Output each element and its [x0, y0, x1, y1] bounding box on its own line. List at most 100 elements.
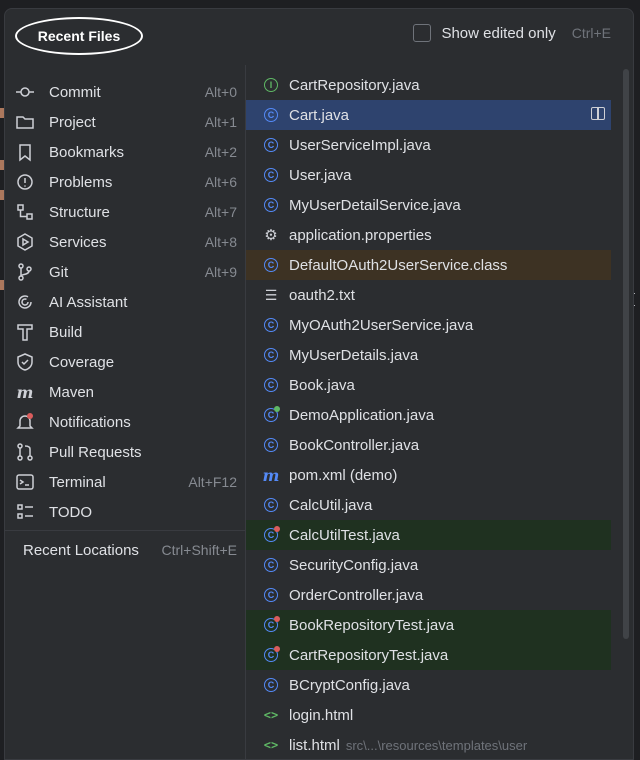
- recent-file-item[interactable]: C MyUserDetails.java: [246, 340, 611, 370]
- folder-icon: [15, 112, 35, 132]
- file-name: pom.xml (demo): [289, 466, 398, 484]
- java-class-icon: C: [262, 256, 280, 274]
- open-in-split-icon[interactable]: [591, 107, 605, 120]
- tool-window-notifications[interactable]: Notifications: [15, 408, 237, 436]
- tool-window-label: Git: [49, 263, 69, 281]
- git-icon: [15, 262, 35, 282]
- recent-file-item[interactable]: ⚙ application.properties: [246, 220, 611, 250]
- gear-icon: ⚙: [264, 227, 278, 244]
- commit-icon: [15, 82, 35, 102]
- tool-window-label: Problems: [49, 173, 113, 191]
- java-test-class-icon: C: [262, 646, 280, 664]
- coverage-shield-icon: [15, 352, 35, 372]
- recent-file-item[interactable]: C DemoApplication.java: [246, 400, 611, 430]
- ai-assistant-icon: [15, 292, 35, 312]
- file-name: BookController.java: [289, 436, 420, 454]
- file-name: CartRepositoryTest.java: [289, 646, 449, 664]
- java-class-icon: C: [262, 106, 280, 124]
- tool-window-commit[interactable]: Commit Alt+0: [15, 78, 237, 106]
- recent-file-item[interactable]: C Book.java: [246, 370, 611, 400]
- tool-window-shortcut: Alt+8: [204, 234, 237, 250]
- tool-window-label: Commit: [49, 83, 101, 101]
- java-runnable-class-icon: C: [262, 406, 280, 424]
- structure-icon: [15, 202, 35, 222]
- tool-window-project[interactable]: Project Alt+1: [15, 108, 237, 136]
- file-name: User.java: [289, 166, 352, 184]
- recent-files-popup: Recent Files Show edited only Ctrl+E Com…: [4, 8, 634, 760]
- recent-file-item[interactable]: ☰ oauth2.txt: [246, 280, 611, 310]
- tool-window-services[interactable]: Services Alt+8: [15, 228, 237, 256]
- file-name: MyUserDetails.java: [289, 346, 419, 364]
- tool-window-label: Structure: [49, 203, 110, 221]
- java-class-icon: C: [262, 166, 280, 184]
- tool-window-label: Pull Requests: [49, 443, 142, 461]
- terminal-icon: [15, 472, 35, 492]
- tool-window-structure[interactable]: Structure Alt+7: [15, 198, 237, 226]
- java-class-icon: C: [262, 436, 280, 454]
- bookmark-icon: [15, 142, 35, 162]
- file-name: Book.java: [289, 376, 355, 394]
- java-class-icon: C: [262, 676, 280, 694]
- tool-window-shortcut: Alt+6: [204, 174, 237, 190]
- pull-request-icon: [15, 442, 35, 462]
- file-name: CalcUtilTest.java: [289, 526, 400, 544]
- problems-icon: [15, 172, 35, 192]
- file-name: CartRepository.java: [289, 76, 420, 94]
- recent-file-item[interactable]: C MyOAuth2UserService.java: [246, 310, 611, 340]
- tool-window-label: AI Assistant: [49, 293, 128, 311]
- recent-file-item[interactable]: C DefaultOAuth2UserService.class: [246, 250, 611, 280]
- java-class-icon: C: [262, 316, 280, 334]
- tool-window-terminal[interactable]: Terminal Alt+F12: [15, 468, 237, 496]
- recent-file-item[interactable]: C User.java: [246, 160, 611, 190]
- recent-file-item[interactable]: C MyUserDetailService.java: [246, 190, 611, 220]
- recent-file-item[interactable]: C BookController.java: [246, 430, 611, 460]
- recent-file-item[interactable]: C SecurityConfig.java: [246, 550, 611, 580]
- recent-file-item[interactable]: C BookRepositoryTest.java: [246, 610, 611, 640]
- tool-window-pull-requests[interactable]: Pull Requests: [15, 438, 237, 466]
- recent-file-item[interactable]: C UserServiceImpl.java: [246, 130, 611, 160]
- tool-window-build[interactable]: Build: [15, 318, 237, 346]
- file-name: OrderController.java: [289, 586, 424, 604]
- tool-window-coverage[interactable]: Coverage: [15, 348, 237, 376]
- java-class-icon: C: [262, 136, 280, 154]
- recent-file-item[interactable]: C Cart.java: [246, 100, 611, 130]
- recent-file-item[interactable]: C CalcUtilTest.java: [246, 520, 611, 550]
- tool-window-maven[interactable]: m Maven: [15, 378, 237, 406]
- tool-window-shortcut: Alt+9: [204, 264, 237, 280]
- file-name: MyOAuth2UserService.java: [289, 316, 474, 334]
- recent-locations-item[interactable]: Recent Locations Ctrl+Shift+E: [23, 536, 237, 564]
- tool-window-ai-assistant[interactable]: AI Assistant: [15, 288, 237, 316]
- tool-window-todo[interactable]: TODO: [15, 498, 237, 526]
- recent-file-item[interactable]: C BCryptConfig.java: [246, 670, 611, 700]
- tool-window-git[interactable]: Git Alt+9: [15, 258, 237, 286]
- tool-window-problems[interactable]: Problems Alt+6: [15, 168, 237, 196]
- tool-window-label: Notifications: [49, 413, 131, 431]
- interface-icon: I: [262, 76, 280, 94]
- build-hammer-icon: [15, 322, 35, 342]
- recent-file-item[interactable]: <> login.html: [246, 700, 611, 730]
- recent-file-item[interactable]: C OrderController.java: [246, 580, 611, 610]
- scrollbar[interactable]: [623, 69, 629, 639]
- popup-header: Recent Files Show edited only Ctrl+E: [5, 9, 633, 63]
- show-edited-toggle[interactable]: Show edited only Ctrl+E: [413, 24, 611, 42]
- show-edited-checkbox[interactable]: [413, 24, 432, 42]
- tool-window-shortcut: Alt+0: [204, 84, 237, 100]
- tool-windows-list: Commit Alt+0 Project Alt+1 Bookmarks Alt…: [5, 65, 245, 759]
- file-name: login.html: [289, 706, 354, 724]
- show-edited-label: Show edited only: [441, 24, 556, 42]
- tool-window-bookmarks[interactable]: Bookmarks Alt+2: [15, 138, 237, 166]
- java-test-class-icon: C: [262, 616, 280, 634]
- recent-file-item[interactable]: C CalcUtil.java: [246, 490, 611, 520]
- tool-window-label: TODO: [49, 503, 93, 521]
- html-file-icon: <>: [263, 708, 279, 722]
- file-name: SecurityConfig.java: [289, 556, 419, 574]
- show-edited-shortcut: Ctrl+E: [571, 25, 611, 41]
- recent-file-item[interactable]: <> list.html src\...\resources\templates\…: [246, 730, 611, 759]
- popup-title: Recent Files: [15, 17, 143, 55]
- tool-window-label: Terminal: [49, 473, 106, 491]
- recent-file-item[interactable]: m pom.xml (demo): [246, 460, 611, 490]
- html-file-icon: <>: [263, 738, 279, 752]
- tool-window-label: Maven: [49, 383, 95, 401]
- recent-file-item[interactable]: I CartRepository.java: [246, 70, 611, 100]
- recent-file-item[interactable]: C CartRepositoryTest.java: [246, 640, 611, 670]
